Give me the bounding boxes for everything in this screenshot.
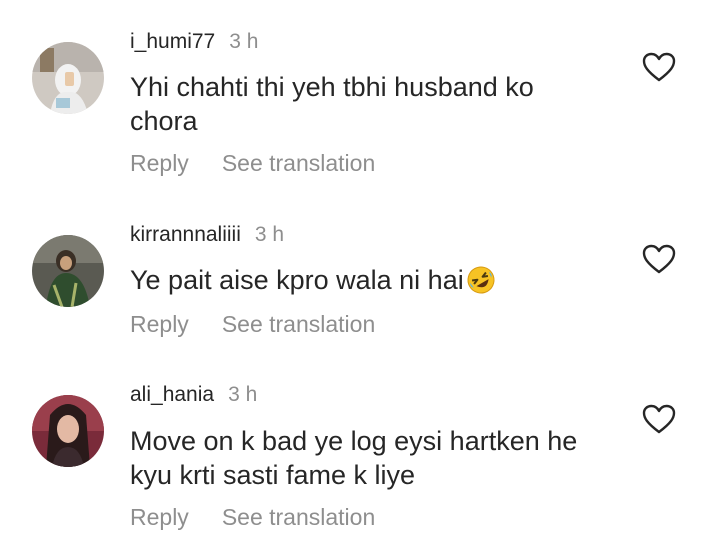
timestamp: 3 h (229, 30, 259, 53)
reply-button[interactable]: Reply (130, 311, 189, 338)
username[interactable]: kirrannnaliiii (130, 223, 241, 247)
comment-text: Ye pait aise kpro wala ni hai (130, 263, 600, 303)
comment-text-line: kyu krti sasti fame k liye (130, 460, 416, 490)
comment-item: i_humi77 3 h Yhi chahti thi yeh tbhi hus… (0, 0, 720, 185)
heart-outline-icon[interactable] (642, 52, 676, 82)
rolling-on-floor-laughing-emoji-icon (466, 265, 496, 303)
timestamp: 3 h (254, 223, 285, 246)
comment-text-line: Ye pait aise kpro wala ni hai (130, 263, 600, 303)
comment-item: ali_hania 3 h Move on k bad ye log eysi … (0, 355, 720, 554)
comment-text: Move on k bad ye log eysi hartken he kyu… (130, 424, 600, 492)
reply-button[interactable]: Reply (130, 150, 189, 177)
avatar[interactable] (32, 395, 104, 467)
see-translation-button[interactable]: See translation (222, 150, 375, 177)
comment-text-line: chora (130, 106, 198, 136)
comment-text-line: Yhi chahti thi yeh tbhi husband ko (130, 72, 534, 102)
heart-outline-icon[interactable] (642, 404, 676, 434)
reply-button[interactable]: Reply (130, 504, 189, 531)
comment-text-line: Move on k bad ye log eysi hartken he (130, 426, 578, 456)
avatar[interactable] (32, 42, 104, 114)
username[interactable]: i_humi77 (130, 30, 215, 54)
heart-outline-icon[interactable] (642, 244, 676, 274)
timestamp: 3 h (228, 383, 258, 406)
see-translation-button[interactable]: See translation (222, 311, 375, 338)
avatar[interactable] (32, 235, 104, 307)
comment-text-content: Ye pait aise kpro wala ni hai (130, 265, 464, 295)
see-translation-button[interactable]: See translation (222, 504, 375, 531)
username[interactable]: ali_hania (130, 383, 214, 407)
comment-item: kirrannnaliiii 3 h Ye pait aise kpro wal… (0, 195, 720, 345)
comment-text: Yhi chahti thi yeh tbhi husband ko chora (130, 70, 600, 138)
